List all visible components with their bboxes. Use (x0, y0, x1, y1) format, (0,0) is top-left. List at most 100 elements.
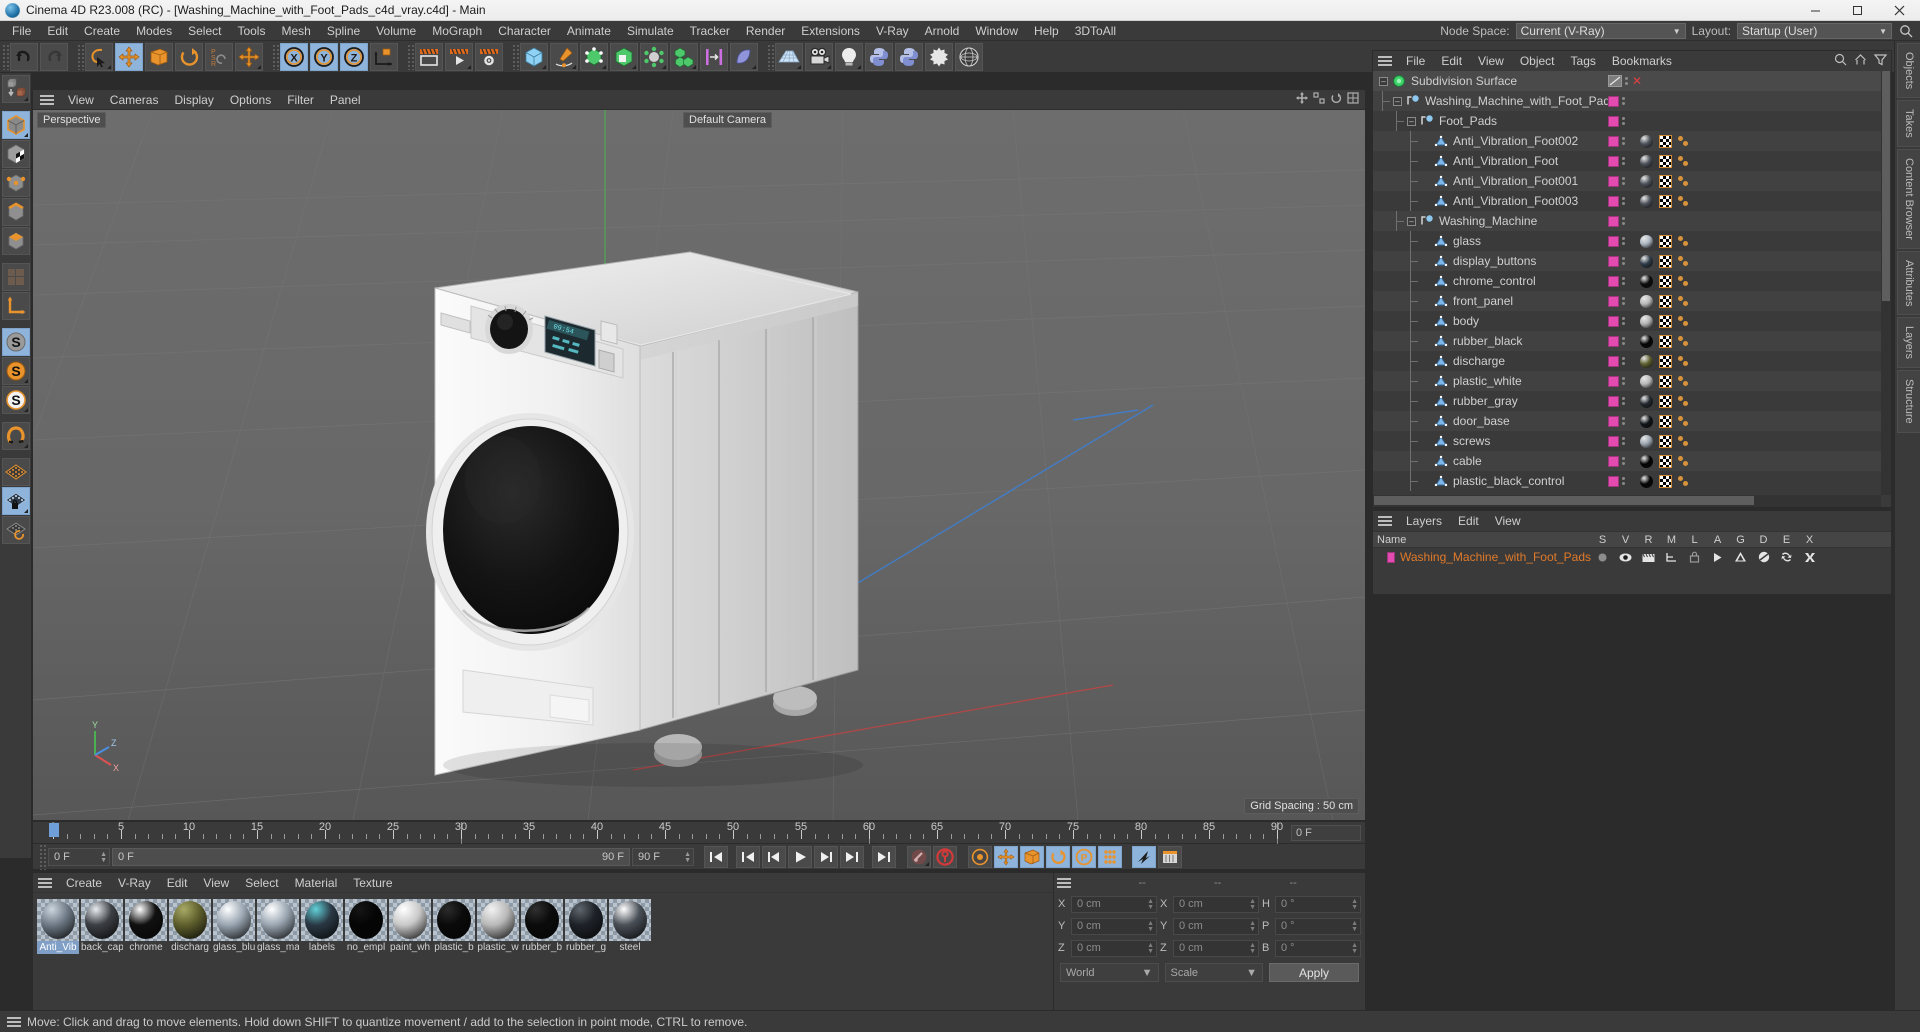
close-button[interactable] (1878, 0, 1920, 21)
material-thumbnail[interactable] (169, 899, 211, 941)
menu-create[interactable]: Create (76, 22, 128, 40)
selection-tag-icon[interactable] (1678, 295, 1692, 308)
material-cell[interactable]: glass_blu (213, 899, 255, 954)
material-tag-icon[interactable] (1640, 414, 1653, 428)
menu-edit[interactable]: Edit (39, 22, 76, 40)
object-tree[interactable]: – Subdivision Surface ✕ – Washing_Machine_wi… (1373, 71, 1881, 495)
material-thumbnail[interactable] (345, 899, 387, 941)
selection-tag-icon[interactable] (1678, 235, 1692, 248)
edge-tab-structure[interactable]: Structure (1897, 370, 1920, 434)
coord-input-rot-b[interactable]: 0 ° ▲ ▼ (1275, 939, 1361, 957)
visibility-dots[interactable] (1622, 177, 1625, 185)
layer-color-swatch[interactable] (1608, 255, 1619, 267)
minimize-button[interactable] (1794, 0, 1836, 21)
selection-tag-icon[interactable] (1678, 255, 1692, 268)
object-tree-vscroll-thumb[interactable] (1882, 71, 1890, 301)
selection-tag-icon[interactable] (1678, 195, 1692, 208)
material-tag-icon[interactable] (1640, 454, 1653, 468)
coord-input-pos-x[interactable]: 0 cm ▲ ▼ (1071, 895, 1157, 913)
position-key-button[interactable] (994, 845, 1018, 868)
menu-render[interactable]: Render (738, 22, 793, 40)
polygon-mode-button[interactable] (1, 227, 30, 255)
layer-color-swatch[interactable] (1608, 355, 1619, 367)
menu-select[interactable]: Select (180, 22, 229, 40)
uvw-tag-icon[interactable] (1659, 154, 1672, 168)
point-mode-button[interactable] (1, 169, 30, 197)
layer-color-swatch[interactable] (1608, 395, 1619, 407)
camera-button[interactable] (805, 42, 833, 71)
layer-menu-layers[interactable]: Layers (1398, 512, 1450, 530)
material-thumbnail[interactable] (433, 899, 475, 941)
maximize-button[interactable] (1836, 0, 1878, 21)
uvw-tag-icon[interactable] (1659, 394, 1672, 408)
selection-tag-icon[interactable] (1678, 395, 1692, 408)
layer-color-swatch[interactable] (1608, 295, 1619, 307)
layer-color-swatch[interactable] (1608, 475, 1619, 487)
material-thumbnail[interactable] (477, 899, 519, 941)
render-settings-button[interactable] (475, 42, 503, 71)
selection-tag-icon[interactable] (1678, 315, 1692, 328)
object-menu-edit[interactable]: Edit (1433, 52, 1470, 70)
menu-vray[interactable]: V-Ray (868, 22, 917, 40)
edge-tab-layers[interactable]: Layers (1897, 317, 1920, 369)
object-menu-file[interactable]: File (1398, 52, 1433, 70)
uvw-tag-icon[interactable] (1659, 194, 1672, 208)
redo-button[interactable] (40, 42, 68, 71)
lock-x-button[interactable]: X (280, 42, 308, 71)
psr-reset-button[interactable]: PSR (205, 42, 233, 71)
layer-color-swatch[interactable] (1608, 195, 1619, 207)
object-name[interactable]: Subdivision Surface (1411, 74, 1517, 88)
material-tag-icon[interactable] (1640, 374, 1653, 388)
menu-file[interactable]: File (4, 22, 39, 40)
object-row[interactable]: Anti_Vibration_Foot002 (1373, 131, 1881, 151)
coordinate-mode-select[interactable]: Scale ▼ (1164, 963, 1263, 982)
object-manager-hamburger-icon[interactable] (1378, 56, 1392, 66)
object-row[interactable]: rubber_black (1373, 331, 1881, 351)
mograph-button[interactable] (670, 42, 698, 71)
visibility-dots[interactable] (1622, 157, 1625, 165)
home-icon[interactable] (1854, 53, 1867, 66)
current-frame-field[interactable]: 0 F ▲ ▼ (48, 847, 110, 866)
autokeying-button[interactable] (933, 845, 957, 868)
visibility-dots[interactable] (1622, 457, 1625, 465)
play-button[interactable] (788, 845, 812, 868)
material-tag-icon[interactable] (1640, 434, 1653, 448)
status-hamburger-icon[interactable] (7, 1016, 21, 1027)
material-tag-icon[interactable] (1640, 474, 1653, 488)
make-editable-button[interactable] (1, 75, 30, 103)
uvw-tag-icon[interactable] (1659, 134, 1672, 148)
material-thumbnail[interactable] (565, 899, 607, 941)
material-menu-select[interactable]: Select (237, 874, 286, 892)
layer-color-swatch[interactable] (1608, 335, 1619, 347)
uv-mode-button[interactable] (1, 263, 30, 291)
object-row[interactable]: plastic_black_control (1373, 471, 1881, 491)
layer-color-swatch[interactable] (1608, 175, 1619, 187)
object-name[interactable]: Anti_Vibration_Foot003 (1453, 194, 1578, 208)
go-to-end-button[interactable] (872, 845, 896, 868)
object-row[interactable]: door_base (1373, 411, 1881, 431)
layer-color-swatch[interactable] (1608, 155, 1619, 167)
material-tag-icon[interactable] (1640, 254, 1653, 268)
add-cube-button[interactable] (520, 42, 548, 71)
material-cell[interactable]: rubber_g (565, 899, 607, 954)
light-button[interactable] (835, 42, 863, 71)
lock-workplane-button[interactable] (1, 487, 30, 515)
object-row[interactable]: Anti_Vibration_Foot003 (1373, 191, 1881, 211)
visibility-dots[interactable] (1622, 257, 1625, 265)
visibility-dots[interactable] (1622, 217, 1625, 225)
object-name[interactable]: front_panel (1453, 294, 1513, 308)
viewport-menu-view[interactable]: View (60, 91, 102, 109)
gear-star-button[interactable] (925, 42, 953, 71)
material-men u-create[interactable]: Create (58, 874, 110, 892)
move-tool-button[interactable] (115, 42, 143, 71)
enable-toggle[interactable] (1608, 75, 1622, 87)
layer-color-swatch[interactable] (1608, 235, 1619, 247)
material-name[interactable]: labels (301, 941, 343, 954)
object-row[interactable]: display_buttons (1373, 251, 1881, 271)
layer-color-swatch[interactable] (1608, 215, 1619, 227)
visibility-dots[interactable] (1622, 117, 1625, 125)
selection-tag-icon[interactable] (1678, 175, 1692, 188)
spinner-icon[interactable]: ▲ ▼ (1147, 920, 1154, 933)
spinner-icon[interactable]: ▲ ▼ (1147, 898, 1154, 911)
material-tag-icon[interactable] (1640, 334, 1653, 348)
